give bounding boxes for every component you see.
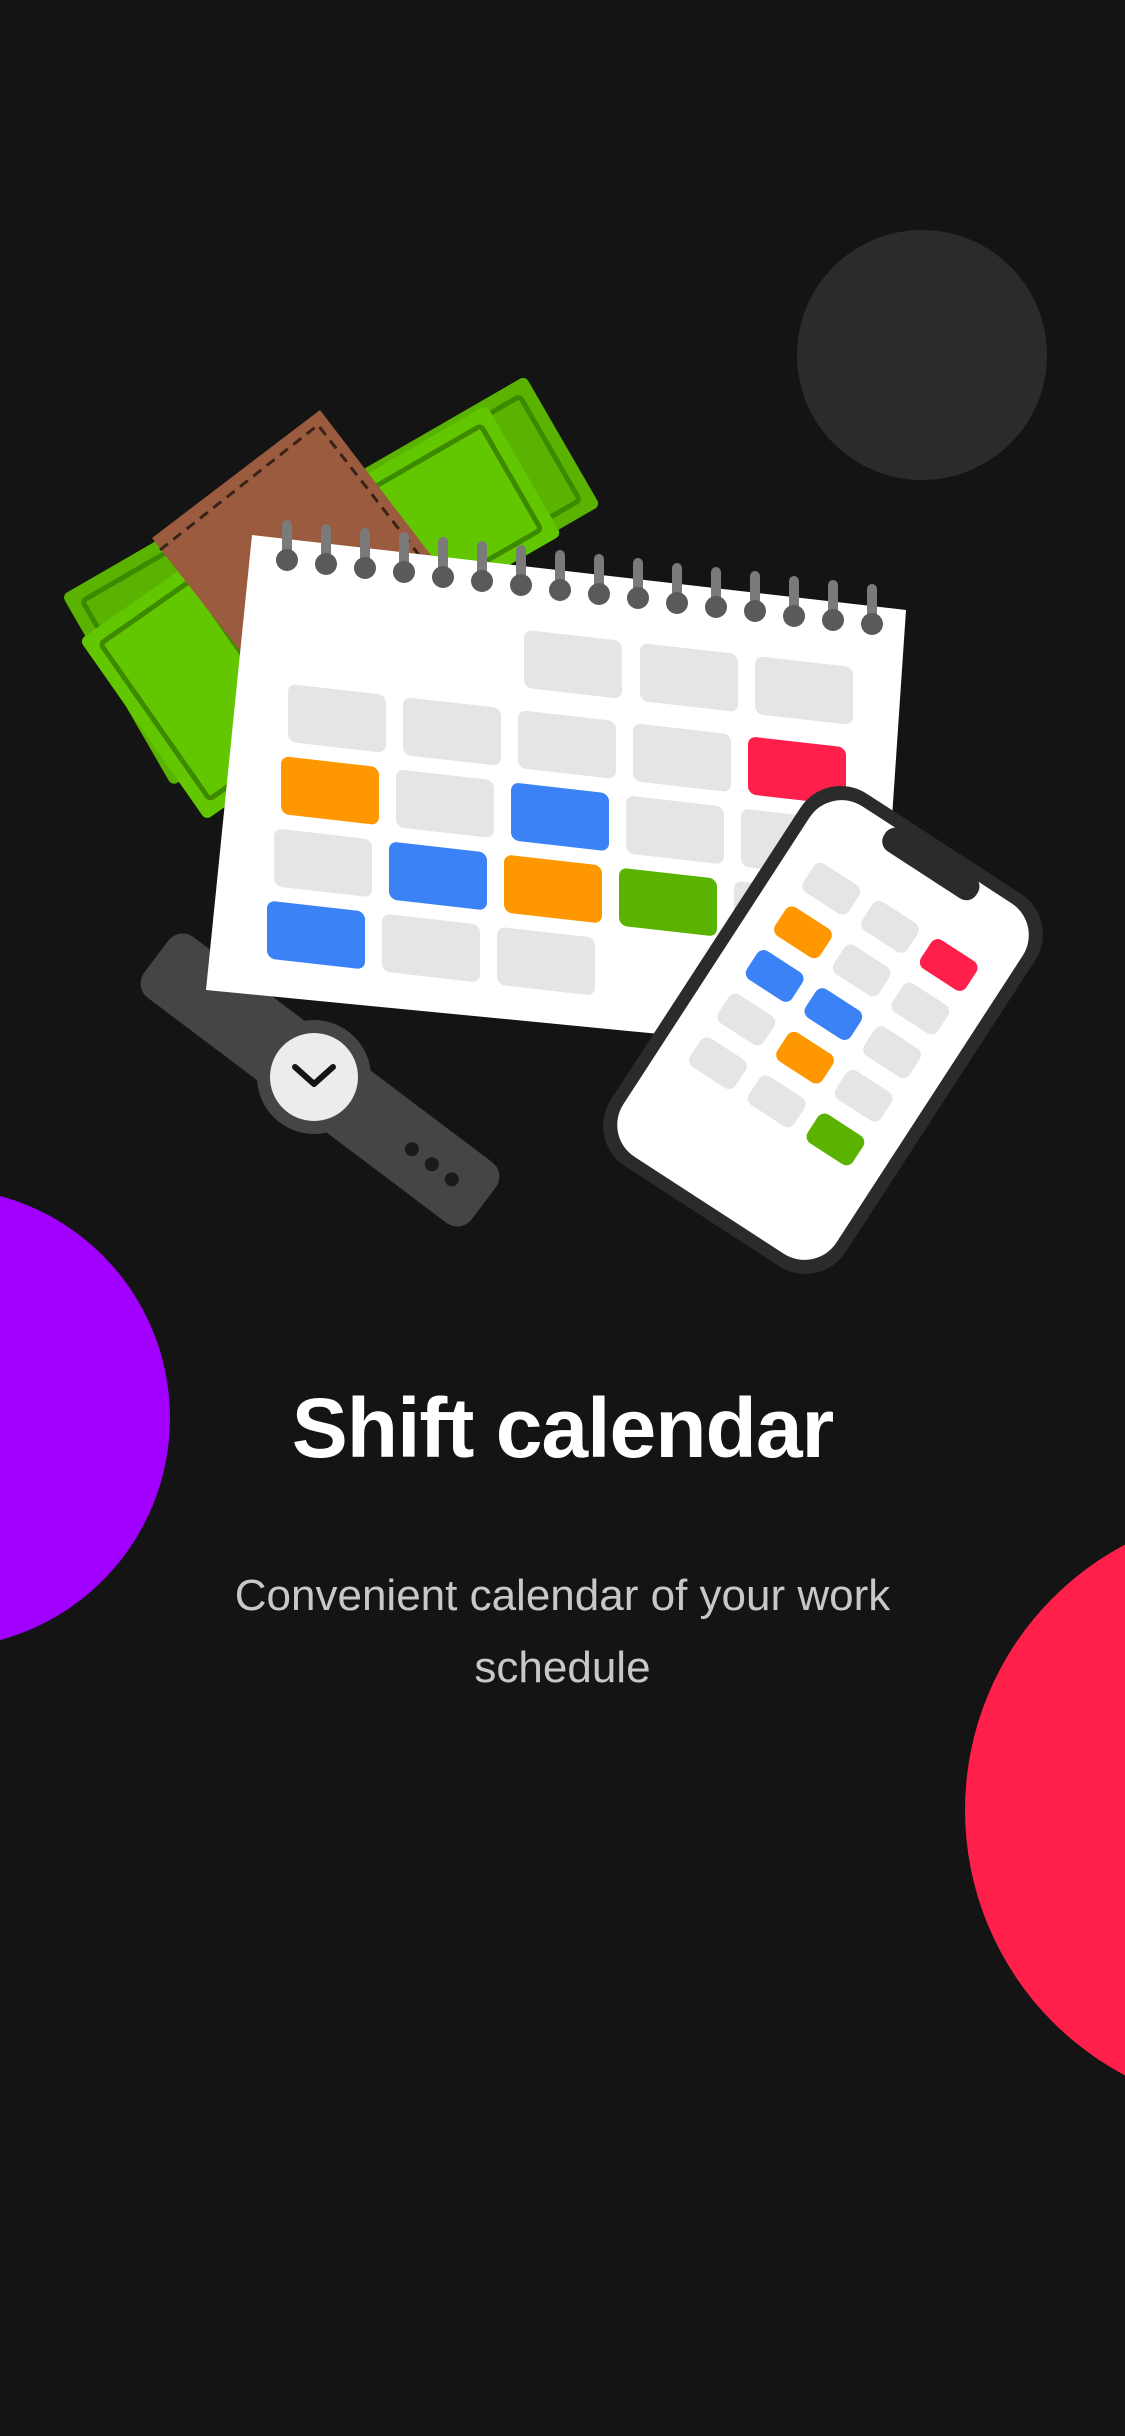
onboarding-subtitle: Convenient calendar of your work schedul… — [234, 1571, 891, 1692]
decor-circle-grey — [797, 230, 1047, 480]
onboarding-title: Shift calendar — [291, 1381, 834, 1475]
onboarding-illustration — [0, 230, 1125, 2076]
decor-circle-red — [965, 1544, 1125, 2076]
